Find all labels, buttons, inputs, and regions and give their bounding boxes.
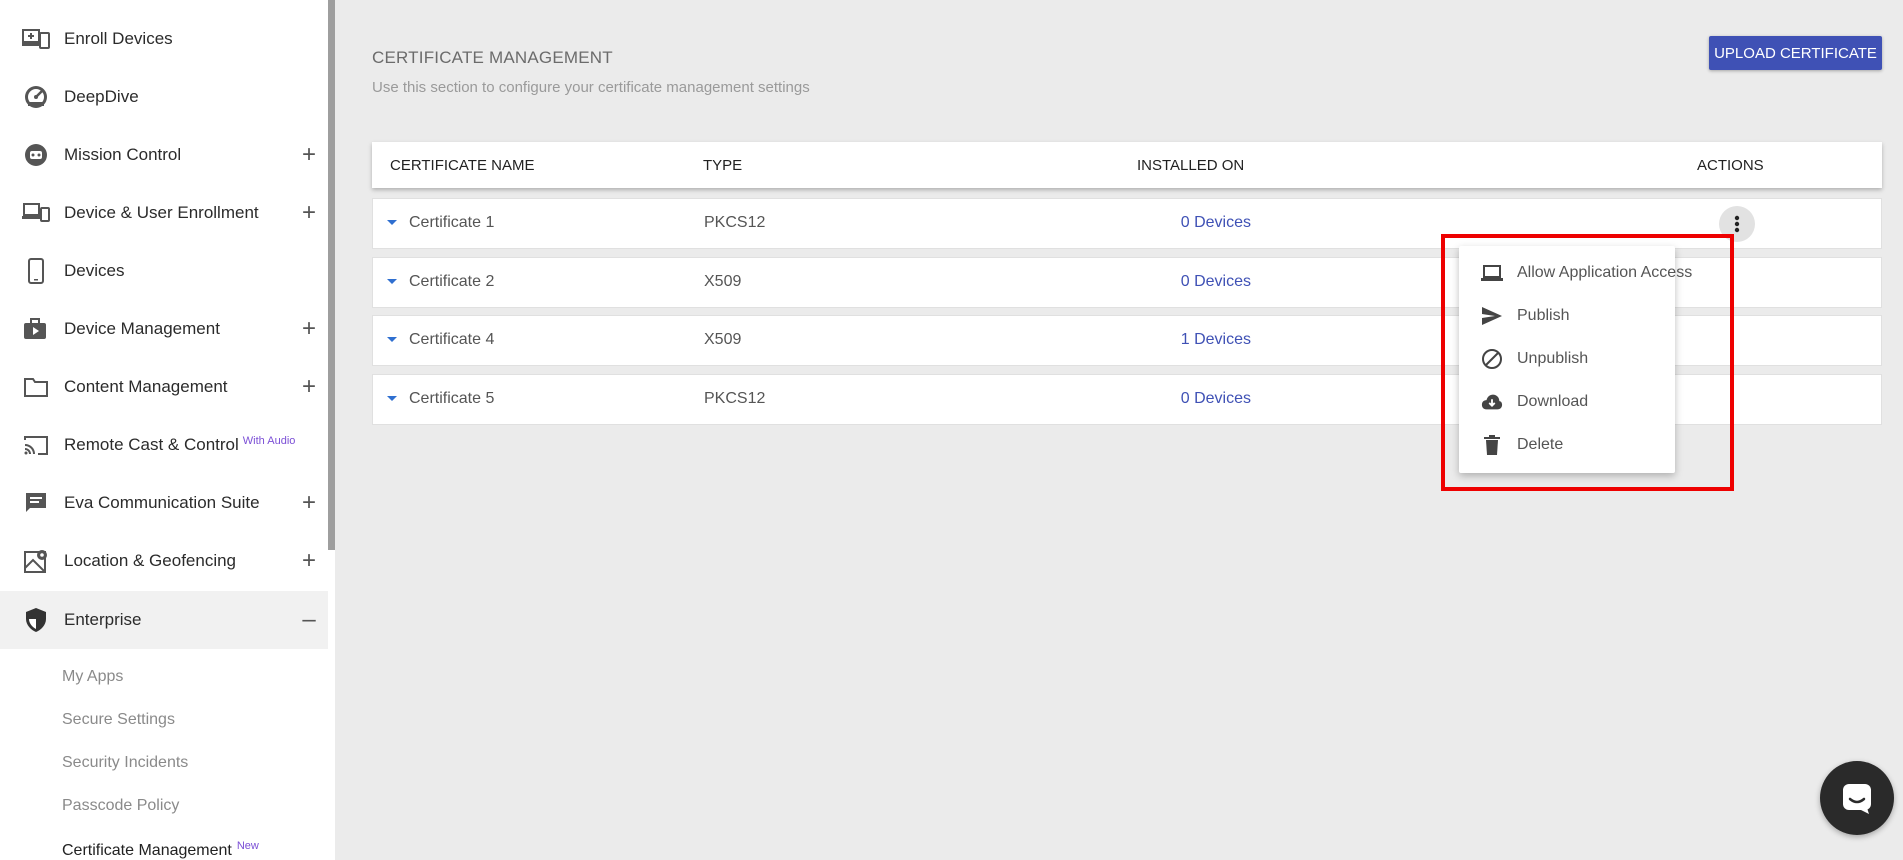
menu-item-delete[interactable]: Delete [1459, 425, 1675, 465]
sidebar-subitem-passcode-policy[interactable]: Passcode Policy [62, 797, 179, 815]
sidebar-subitem-certificate-management[interactable]: Certificate Management New [62, 840, 259, 860]
certificate-name: Certificate 4 [409, 331, 495, 348]
shield-icon [22, 606, 50, 634]
sidebar-item-label: Remote Cast & Control With Audio [64, 435, 296, 454]
enroll-devices-icon [22, 25, 50, 53]
collapse-icon[interactable]: – [298, 608, 320, 632]
cloud-download-icon [1481, 391, 1503, 413]
chat-icon [22, 489, 50, 517]
installed-devices-link[interactable]: 1 Devices [1131, 331, 1251, 349]
sidebar: Enroll Devices DeepDive Mission Control … [0, 0, 335, 860]
phone-icon [22, 257, 50, 285]
certificate-name: Certificate 2 [409, 273, 495, 290]
expand-icon[interactable]: + [298, 549, 320, 573]
expand-row-icon[interactable] [387, 279, 397, 284]
sidebar-item-content-management[interactable]: Content Management + [0, 358, 328, 416]
sidebar-subitem-secure-settings[interactable]: Secure Settings [62, 711, 175, 729]
expand-row-icon[interactable] [387, 396, 397, 401]
devices-enroll-icon [22, 199, 50, 227]
installed-devices-link[interactable]: 0 Devices [1131, 390, 1251, 408]
upload-certificate-button[interactable]: UPLOAD CERTIFICATE [1709, 36, 1882, 70]
sidebar-item-label: Enroll Devices [64, 29, 173, 48]
sidebar-item-deepdive[interactable]: DeepDive [0, 68, 328, 126]
main-content: CERTIFICATE MANAGEMENT Use this section … [335, 0, 1903, 860]
trash-icon [1481, 434, 1503, 456]
briefcase-icon [22, 315, 50, 343]
sidebar-item-label: Device Management [64, 319, 220, 338]
chat-launcher-button[interactable] [1820, 761, 1894, 835]
menu-item-unpublish[interactable]: Unpublish [1459, 339, 1675, 379]
send-icon [1481, 305, 1503, 327]
sidebar-item-remote-cast[interactable]: Remote Cast & Control With Audio [0, 416, 328, 474]
sidebar-item-device-user-enrollment[interactable]: Device & User Enrollment + [0, 184, 328, 242]
mission-control-icon [22, 141, 50, 169]
block-icon [1481, 348, 1503, 370]
column-header-type: TYPE [703, 157, 743, 174]
sidebar-item-enterprise[interactable]: Enterprise – [0, 591, 328, 649]
sidebar-item-device-management[interactable]: Device Management + [0, 300, 328, 358]
sidebar-item-eva-communication[interactable]: Eva Communication Suite + [0, 474, 328, 532]
certificate-name: Certificate 5 [409, 390, 495, 407]
certificate-type: X509 [704, 273, 742, 290]
expand-icon[interactable]: + [298, 201, 320, 225]
column-header-installed: INSTALLED ON [1137, 157, 1245, 174]
page-subtitle: Use this section to configure your certi… [372, 79, 810, 96]
page-title: CERTIFICATE MANAGEMENT [372, 48, 613, 67]
certificate-type: PKCS12 [704, 390, 766, 407]
menu-item-download[interactable]: Download [1459, 382, 1675, 422]
expand-row-icon[interactable] [387, 337, 397, 342]
expand-icon[interactable]: + [298, 491, 320, 515]
column-header-name: CERTIFICATE NAME [390, 157, 535, 174]
sidebar-item-label: Device & User Enrollment [64, 203, 259, 222]
sidebar-item-label: Eva Communication Suite [64, 493, 260, 512]
cast-icon [22, 431, 50, 459]
map-icon [22, 547, 50, 575]
sidebar-item-label: Enterprise [64, 610, 142, 629]
installed-devices-link[interactable]: 0 Devices [1131, 214, 1251, 232]
more-actions-button[interactable] [1719, 206, 1755, 242]
installed-devices-link[interactable]: 0 Devices [1131, 273, 1251, 291]
column-header-actions: ACTIONS [1697, 157, 1764, 174]
menu-item-allow-application-access[interactable]: Allow Application Access [1459, 253, 1692, 293]
table-header: CERTIFICATE NAME TYPE INSTALLED ON ACTIO… [372, 142, 1882, 188]
actions-menu: Allow Application Access Publish Unpubli… [1459, 246, 1692, 473]
laptop-icon [1481, 262, 1503, 284]
certificate-name: Certificate 1 [409, 214, 495, 231]
new-badge: New [236, 840, 259, 852]
with-audio-badge: With Audio [242, 435, 296, 447]
sidebar-item-label: Mission Control [64, 145, 182, 164]
more-vert-icon [1734, 215, 1740, 233]
menu-item-publish[interactable]: Publish [1459, 296, 1675, 336]
expand-icon[interactable]: + [298, 375, 320, 399]
speedometer-icon [22, 83, 50, 111]
chat-launcher-icon [1843, 784, 1871, 814]
certificate-type: PKCS12 [704, 214, 766, 231]
sidebar-item-label: Devices [64, 261, 125, 280]
sidebar-item-label: Location & Geofencing [64, 551, 237, 570]
sidebar-item-mission-control[interactable]: Mission Control + [0, 126, 328, 184]
sidebar-item-label: Content Management [64, 377, 228, 396]
certificate-type: X509 [704, 331, 742, 348]
folder-icon [22, 373, 50, 401]
sidebar-subitem-my-apps[interactable]: My Apps [62, 668, 123, 686]
sidebar-item-devices[interactable]: Devices [0, 242, 328, 300]
sidebar-item-location-geofencing[interactable]: Location & Geofencing + [0, 532, 328, 590]
sidebar-item-label: DeepDive [64, 87, 139, 106]
sidebar-subitem-security-incidents[interactable]: Security Incidents [62, 754, 188, 772]
expand-icon[interactable]: + [298, 143, 320, 167]
sidebar-item-enroll-devices[interactable]: Enroll Devices [0, 10, 328, 68]
table-row: Certificate 1 PKCS12 0 Devices [372, 198, 1882, 249]
sidebar-scrollbar[interactable] [328, 0, 335, 550]
expand-icon[interactable]: + [298, 317, 320, 341]
expand-row-icon[interactable] [387, 220, 397, 225]
